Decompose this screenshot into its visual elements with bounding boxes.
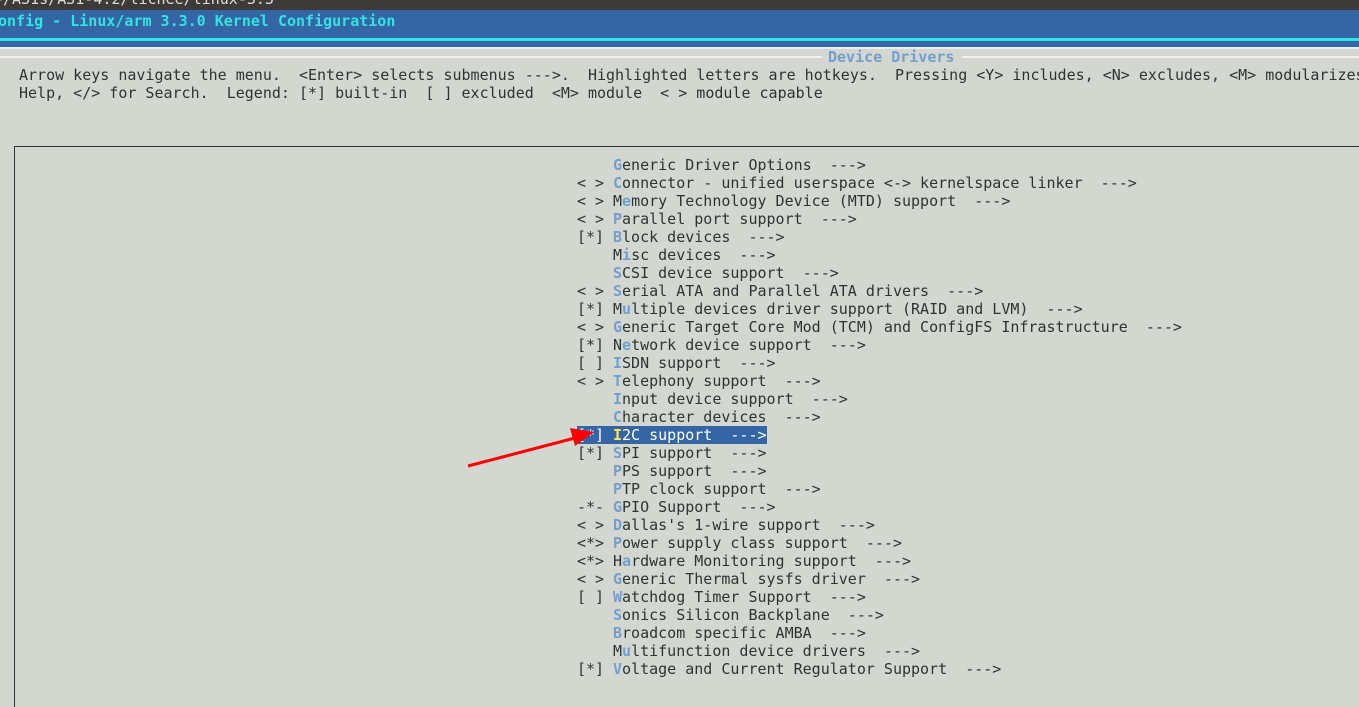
red-arrow-annotation <box>467 428 594 468</box>
arrow-shaft <box>467 436 576 468</box>
arrow-head <box>570 428 594 446</box>
